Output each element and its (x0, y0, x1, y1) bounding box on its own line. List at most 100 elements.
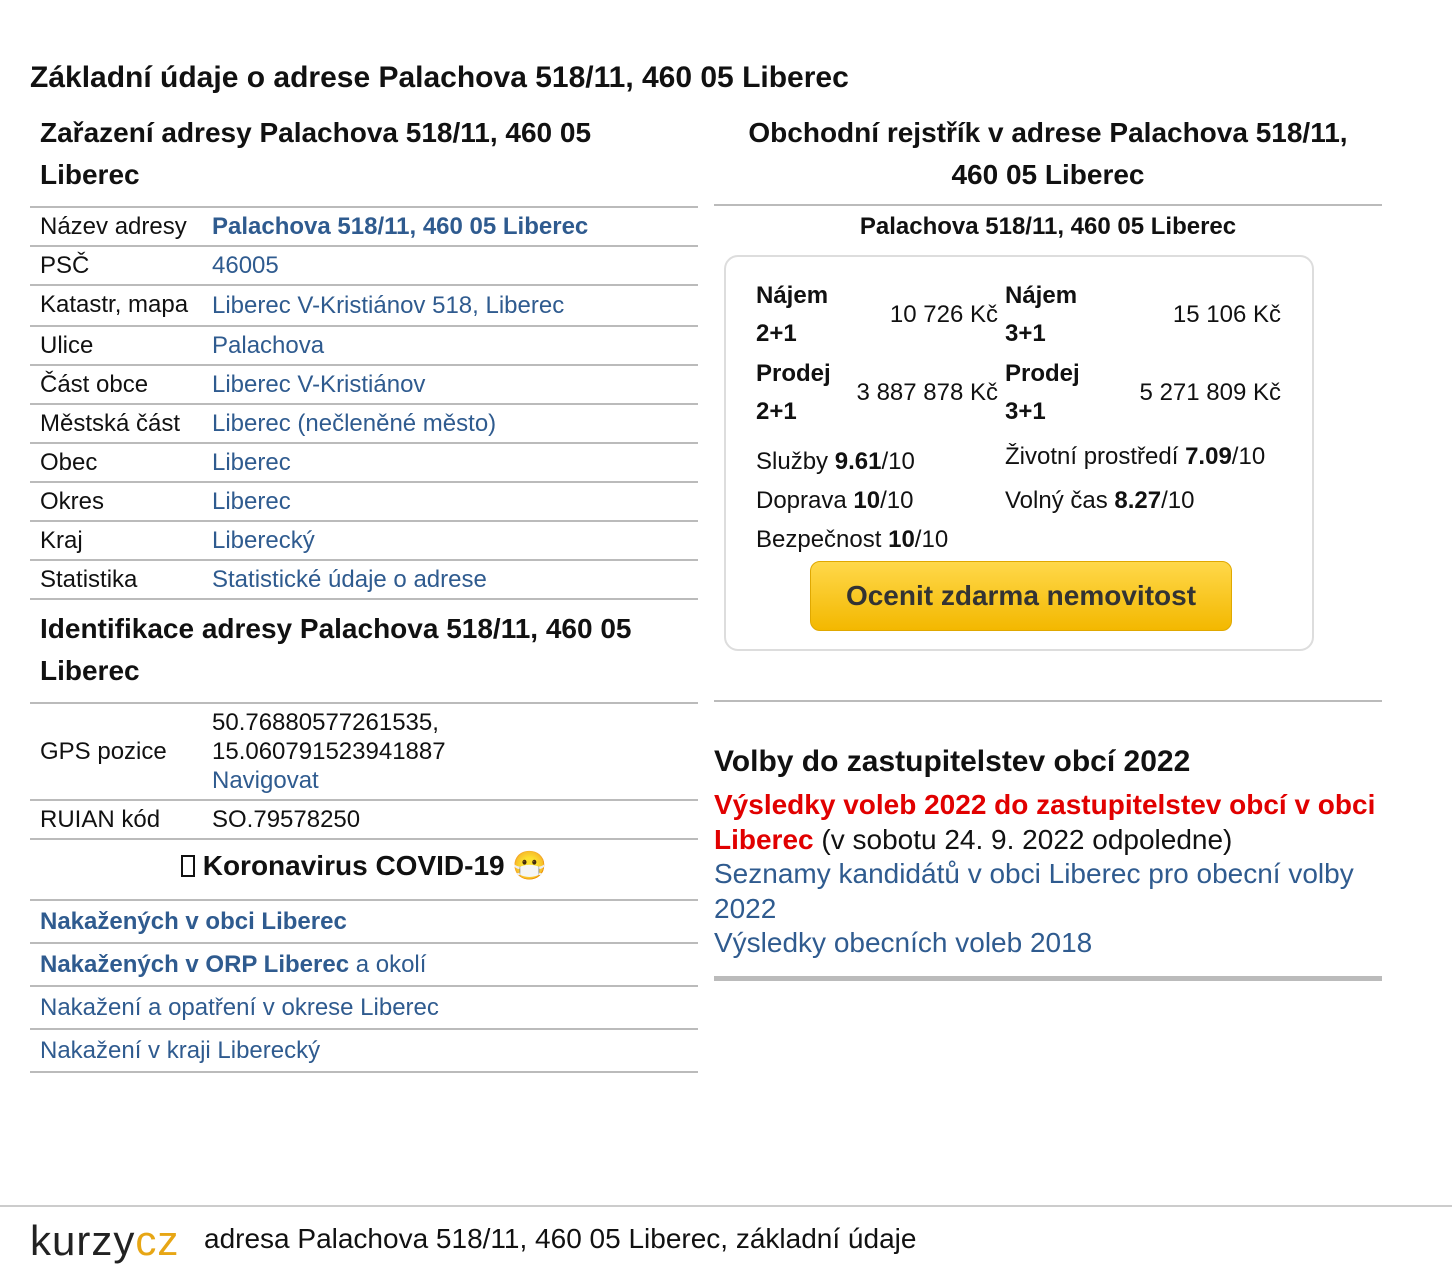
election-results-note: (v sobotu 24. 9. 2022 odpoledne) (813, 823, 1233, 855)
score-environment: Životní prostředí 7.09/10 (1005, 443, 1265, 471)
municipality-link[interactable]: Liberec (212, 449, 291, 476)
score-value: 10 (888, 526, 915, 553)
volby-heading: Volby do zastupitelstev obcí 2022 (714, 745, 1191, 778)
zarazeni-table: Název adresy Palachova 518/11, 460 05 Li… (30, 206, 698, 600)
logo-text: kurzy (30, 1217, 136, 1264)
identifikace-heading: Identifikace adresy Palachova 518/11, 46… (40, 613, 632, 686)
psc-link[interactable]: 46005 (212, 252, 279, 279)
zarazeni-heading: Zařazení adresy Palachova 518/11, 460 05… (40, 117, 592, 190)
row-label: Okres (30, 482, 202, 522)
table-row: Statistika Statistické údaje o adrese (30, 560, 698, 600)
district-part-link[interactable]: Liberec V-Kristiánov (212, 371, 425, 398)
infected-municipality-link[interactable]: Nakažených v obci Liberec (40, 908, 347, 935)
kurzy-logo[interactable]: kurzycz (30, 1213, 179, 1269)
covid-links: Nakažených v obci Liberec Nakažených v O… (30, 901, 698, 1073)
price-label: Prodej 3+1 (1005, 360, 1080, 425)
row-label: Název adresy (30, 206, 202, 247)
right-column: Obchodní rejstřík v adrese Palachova 518… (714, 112, 1382, 981)
score-max: /10 (880, 487, 914, 514)
score-value: 7.09 (1185, 443, 1232, 470)
covid-heading: Koronavirus COVID-19 😷 (30, 840, 698, 901)
infected-orp-link[interactable]: Nakažených v ORP Liberec a okolí (40, 951, 426, 978)
score-max: /10 (881, 448, 915, 475)
row-label: Ulice (30, 326, 202, 366)
price-label: Nájem 2+1 (756, 282, 829, 347)
row-label: Městská část (30, 404, 202, 444)
candidates-list-link[interactable]: Seznamy kandidátů v obci Liberec pro obe… (714, 858, 1354, 924)
price-label: Prodej 2+1 (756, 360, 831, 425)
price-label: Nájem 3+1 (1005, 282, 1078, 347)
list-item: Nakažení a opatření v okrese Liberec (30, 987, 698, 1030)
score-name: Bezpečnost (756, 526, 882, 553)
infected-orp-bold: Nakažených v ORP Liberec (40, 951, 350, 978)
table-row: Část obce Liberec V-Kristiánov (30, 365, 698, 405)
infected-region-link[interactable]: Nakažení v kraji Liberecký (40, 1037, 320, 1064)
row-label: Kraj (30, 521, 202, 561)
price-card: Nájem 2+1 10 726 Kč Nájem 3+1 15 106 Kč … (724, 255, 1314, 651)
face-with-mask-icon: 😷 (512, 850, 548, 881)
row-label: Část obce (30, 365, 202, 405)
covid-heading-text: Koronavirus COVID-19 (202, 850, 505, 881)
score-value: 8.27 (1114, 487, 1162, 514)
gps-longitude: 15.060791523941887 (212, 738, 446, 765)
score-name: Životní prostředí (1005, 443, 1179, 470)
row-label: GPS pozice (30, 702, 202, 801)
table-row: Městská část Liberec (nečleněné město) (30, 404, 698, 444)
district-link[interactable]: Liberec (212, 488, 291, 515)
price-value: 10 726 Kč (889, 301, 998, 328)
list-item: Nakažených v ORP Liberec a okolí (30, 944, 698, 987)
score-safety: Bezpečnost 10/10 (756, 526, 948, 554)
table-row: PSČ 46005 (30, 246, 698, 286)
score-value: 9.61 (834, 448, 882, 475)
page-title: Základní údaje o adrese Palachova 518/11… (30, 61, 849, 94)
divider (714, 204, 1382, 206)
divider (714, 700, 1382, 702)
score-name: Doprava (756, 487, 847, 514)
score-max: /10 (1161, 487, 1195, 514)
table-row: Název adresy Palachova 518/11, 460 05 Li… (30, 206, 698, 247)
microbe-icon (180, 855, 195, 877)
gps-latitude: 50.76880577261535, (212, 709, 439, 736)
rejstrik-heading: Obchodní rejstřík v adrese Palachova 518… (748, 117, 1348, 190)
table-row: Obec Liberec (30, 443, 698, 483)
footer-text: adresa Palachova 518/11, 460 05 Liberec,… (204, 1223, 917, 1254)
table-row: Katastr, mapa Liberec V-Kristiánov 518, … (30, 285, 698, 327)
katastr-link[interactable]: Liberec V-Kristiánov 518, Liberec (212, 292, 564, 319)
row-label: Katastr, mapa (30, 285, 202, 327)
divider (714, 976, 1382, 981)
city-part-link[interactable]: Liberec (nečleněné město) (212, 410, 496, 437)
election-results-2018-link[interactable]: Výsledky obecních voleb 2018 (714, 927, 1092, 958)
address-name-link[interactable]: Palachova 518/11, 460 05 Liberec (212, 213, 588, 240)
list-item: Nakažení v kraji Liberecký (30, 1030, 698, 1073)
table-row: RUIAN kód SO.79578250 (30, 800, 698, 840)
table-row: Ulice Palachova (30, 326, 698, 366)
infected-district-link[interactable]: Nakažení a opatření v okrese Liberec (40, 994, 439, 1021)
score-transport: Doprava 10/10 (756, 487, 913, 515)
street-link[interactable]: Palachova (212, 332, 324, 359)
score-leisure: Volný čas 8.27/10 (1005, 487, 1195, 515)
score-name: Služby (756, 448, 829, 475)
table-row: Kraj Liberecký (30, 521, 698, 561)
region-link[interactable]: Liberecký (212, 527, 315, 554)
score-max: /10 (1231, 443, 1266, 470)
score-value: 10 (853, 487, 881, 514)
volby-links: Výsledky voleb 2022 do zastupitelstev ob… (714, 788, 1382, 961)
price-sale-3kk: Prodej 3+1 5 271 809 Kč (1005, 355, 1281, 431)
price-sale-2kk: Prodej 2+1 3 887 878 Kč (756, 355, 998, 431)
valuate-property-button[interactable]: Ocenit zdarma nemovitost (810, 561, 1232, 631)
ruian-value: SO.79578250 (202, 800, 698, 840)
price-value: 3 887 878 Kč (856, 379, 998, 406)
price-rent-3kk: Nájem 3+1 15 106 Kč (1005, 277, 1281, 353)
row-label: Obec (30, 443, 202, 483)
footer: kurzycz adresa Palachova 518/11, 460 05 … (0, 1205, 1452, 1284)
navigate-link[interactable]: Navigovat (212, 767, 319, 794)
score-name: Volný čas (1005, 487, 1108, 514)
price-rent-2kk: Nájem 2+1 10 726 Kč (756, 277, 998, 353)
list-item: Nakažených v obci Liberec (30, 901, 698, 944)
statistics-link[interactable]: Statistické údaje o adrese (212, 566, 487, 593)
score-max: /10 (914, 526, 949, 553)
rejstrik-address: Palachova 518/11, 460 05 Liberec (859, 213, 1237, 240)
table-row: GPS pozice 50.76880577261535, 15.0607915… (30, 702, 698, 801)
logo-accent: cz (135, 1217, 180, 1264)
left-column: Zařazení adresy Palachova 518/11, 460 05… (30, 112, 698, 1073)
